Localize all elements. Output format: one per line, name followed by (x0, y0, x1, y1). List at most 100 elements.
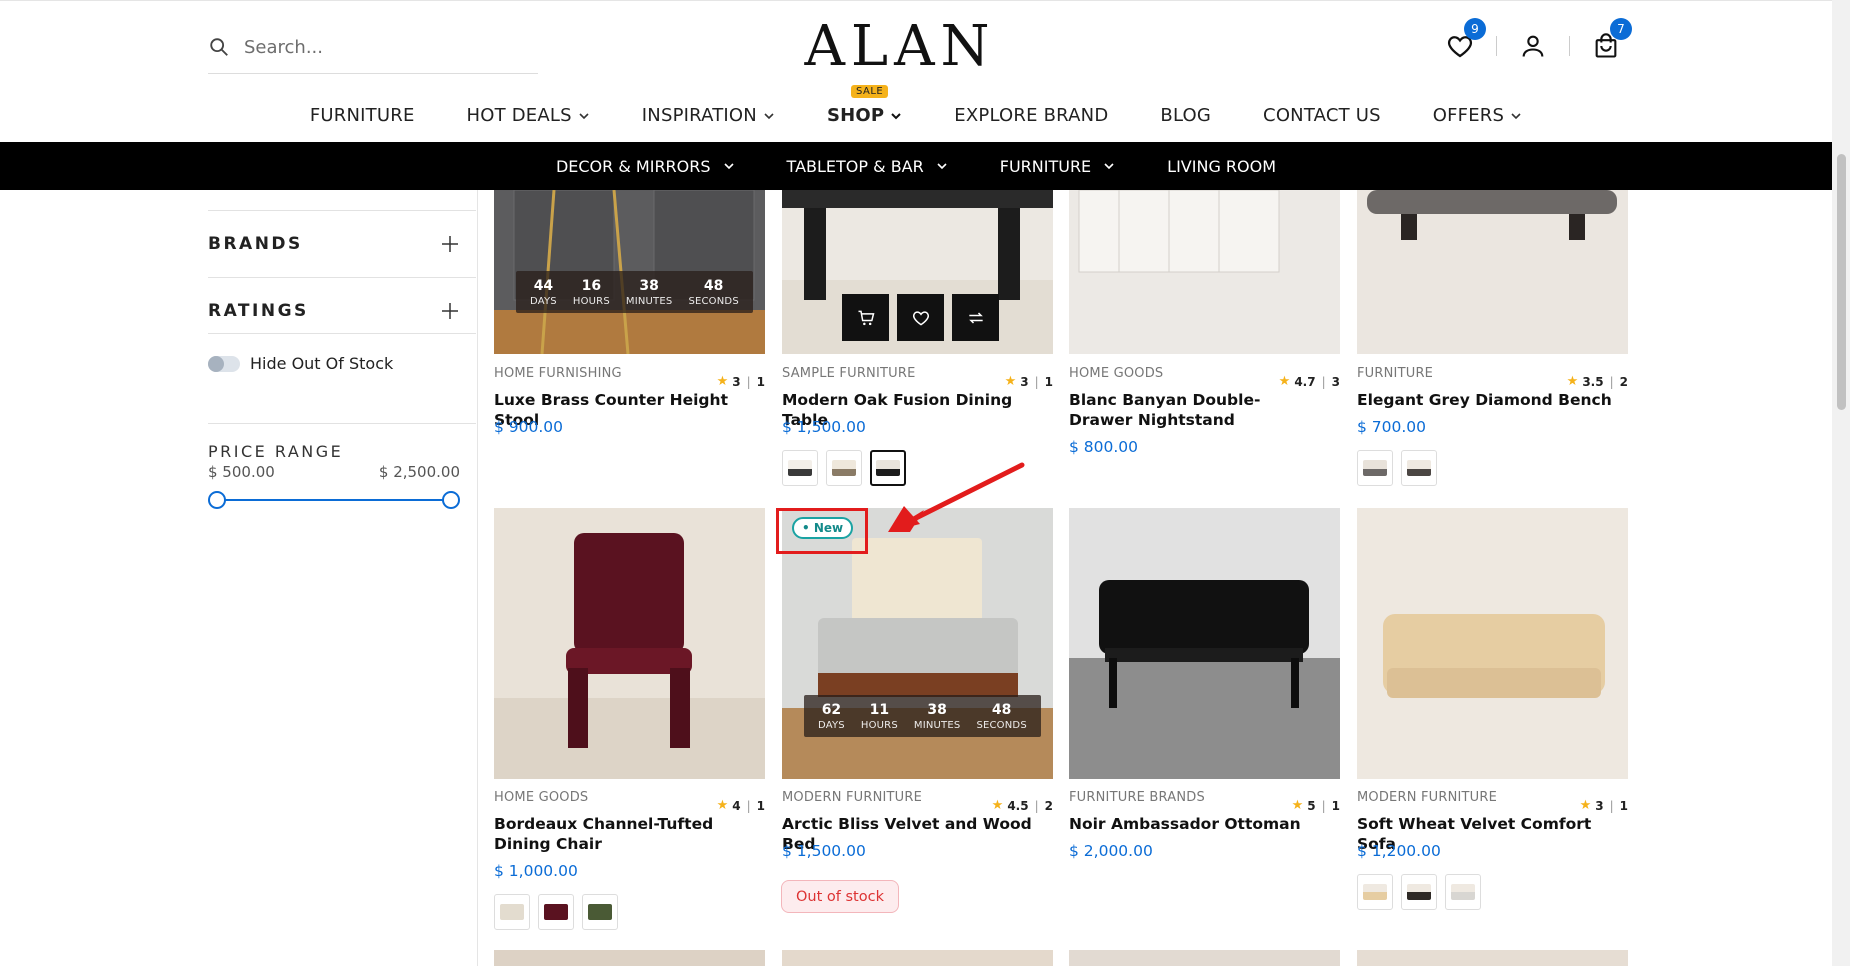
nav-inspiration[interactable]: INSPIRATION (616, 97, 801, 134)
subnav-tabletop-bar[interactable]: TABLETOP & BAR (761, 157, 974, 176)
search-icon[interactable] (208, 36, 230, 58)
review-count: 2 (1619, 374, 1628, 389)
category-nav: DECOR & MIRRORS TABLETOP & BAR FURNITURE… (0, 142, 1832, 190)
product-name[interactable]: Blanc Banyan Double-Drawer Nightstand (1069, 390, 1299, 430)
swatch[interactable] (1401, 874, 1437, 910)
product-image-partial[interactable] (1069, 950, 1340, 966)
hide-out-of-stock-label: Hide Out Of Stock (250, 354, 394, 373)
nav-furniture[interactable]: FURNITURE (284, 97, 441, 134)
timer-days: 62 (821, 702, 842, 718)
nav-offers[interactable]: OFFERS (1407, 97, 1548, 134)
product-category[interactable]: HOME FURNISHING (494, 366, 622, 381)
product-price: $ 900.00 (494, 418, 564, 436)
swatch[interactable] (1445, 874, 1481, 910)
star-icon: ★ (1004, 374, 1017, 389)
timer-seconds-label: SECONDS (976, 720, 1027, 731)
review-count: 2 (1044, 798, 1053, 813)
subnav-decor-mirrors[interactable]: DECOR & MIRRORS (530, 157, 761, 176)
product-category[interactable]: MODERN FURNITURE (782, 790, 922, 805)
search-input[interactable] (244, 36, 524, 58)
product-name[interactable]: Noir Ambassador Ottoman (1069, 814, 1340, 834)
add-to-wishlist-button[interactable] (897, 294, 944, 341)
product-category[interactable]: FURNITURE (1357, 366, 1433, 381)
product-category[interactable]: HOME GOODS (494, 790, 588, 805)
timer-seconds: 48 (991, 702, 1012, 718)
product-image-partial[interactable] (1357, 950, 1628, 966)
page-scrollbar[interactable] (1832, 0, 1850, 966)
search-bar[interactable] (208, 21, 538, 74)
review-count: 1 (756, 374, 765, 389)
nav-contact-us[interactable]: CONTACT US (1237, 97, 1407, 134)
nav-label: INSPIRATION (641, 105, 757, 126)
slider-min-handle[interactable] (208, 491, 226, 509)
nav-hot-deals[interactable]: HOT DEALS (441, 97, 616, 134)
subnav-furniture[interactable]: FURNITURE (974, 157, 1141, 176)
review-count: 1 (1619, 798, 1628, 813)
wishlist-button[interactable]: 9 (1440, 18, 1486, 66)
product-category[interactable]: HOME GOODS (1069, 366, 1163, 381)
nav-label: CONTACT US (1263, 105, 1381, 126)
swatch[interactable] (1401, 450, 1437, 486)
timer-minutes: 38 (927, 702, 947, 718)
product-name[interactable]: Elegant Grey Diamond Bench (1357, 390, 1628, 410)
plus-icon[interactable] (440, 301, 460, 321)
swatch[interactable] (782, 450, 818, 486)
account-button[interactable] (1513, 26, 1553, 66)
product-image[interactable] (1357, 190, 1628, 354)
subnav-living-room[interactable]: LIVING ROOM (1141, 157, 1302, 176)
timer-hours: 11 (869, 702, 890, 718)
site-logo[interactable]: ALAN (790, 19, 1010, 75)
swatch[interactable] (1357, 450, 1393, 486)
review-count: 1 (1331, 798, 1340, 813)
timer-hours: 16 (581, 278, 602, 294)
product-image[interactable] (1069, 190, 1340, 354)
swatch[interactable] (494, 894, 530, 930)
divider (1496, 36, 1497, 56)
timer-minutes-label: MINUTES (913, 720, 961, 731)
filter-brands[interactable]: BRANDS (208, 210, 476, 277)
hide-out-of-stock-toggle[interactable] (208, 355, 240, 372)
nav-label: HOT DEALS (466, 105, 572, 126)
nav-shop[interactable]: SALE SHOP (801, 85, 928, 134)
plus-icon[interactable] (440, 234, 460, 254)
cart-icon (858, 310, 874, 325)
product-category[interactable]: FURNITURE BRANDS (1069, 790, 1205, 805)
product-image[interactable] (1069, 508, 1340, 779)
price-range-slider[interactable] (208, 490, 460, 510)
star-icon: ★ (1566, 374, 1579, 389)
swatch[interactable] (826, 450, 862, 486)
product-category[interactable]: MODERN FURNITURE (1357, 790, 1497, 805)
rating-value: 4 (732, 798, 741, 813)
slider-max-handle[interactable] (442, 491, 460, 509)
product-image-partial[interactable] (494, 950, 765, 966)
product-rating: ★ 3.5 | 2 (1566, 374, 1628, 389)
product-rating: ★ 4.5 | 2 (991, 798, 1053, 813)
compare-button[interactable] (952, 294, 999, 341)
product-image[interactable] (1357, 508, 1628, 779)
product-price: $ 1,200.00 (1357, 842, 1441, 860)
rating-value: 5 (1307, 798, 1316, 813)
cart-button[interactable]: 7 (1586, 18, 1632, 66)
price-range-title: PRICE RANGE (208, 423, 476, 461)
product-category[interactable]: SAMPLE FURNITURE (782, 366, 916, 381)
timer-days: 44 (533, 278, 554, 294)
scrollbar-thumb[interactable] (1837, 154, 1846, 410)
chevron-down-icon (891, 112, 902, 119)
swatch[interactable] (538, 894, 574, 930)
product-name[interactable]: Bordeaux Channel-Tufted Dining Chair (494, 814, 739, 854)
swatch[interactable] (582, 894, 618, 930)
nav-label: EXPLORE BRAND (954, 105, 1109, 126)
nav-blog[interactable]: BLOG (1134, 97, 1237, 134)
product-price: $ 1,500.00 (782, 842, 866, 860)
nav-explore-brand[interactable]: EXPLORE BRAND (928, 97, 1134, 134)
nav-label: OFFERS (1432, 105, 1505, 126)
add-to-cart-button[interactable] (842, 294, 889, 341)
review-count: 3 (1331, 374, 1340, 389)
product-image-partial[interactable] (782, 950, 1053, 966)
timer-days-label: DAYS (818, 720, 845, 731)
price-max: $ 2,500.00 (378, 463, 460, 481)
subnav-label: LIVING ROOM (1167, 156, 1277, 176)
swatch[interactable] (1357, 874, 1393, 910)
rating-value: 3 (1595, 798, 1604, 813)
product-image[interactable] (494, 508, 765, 779)
